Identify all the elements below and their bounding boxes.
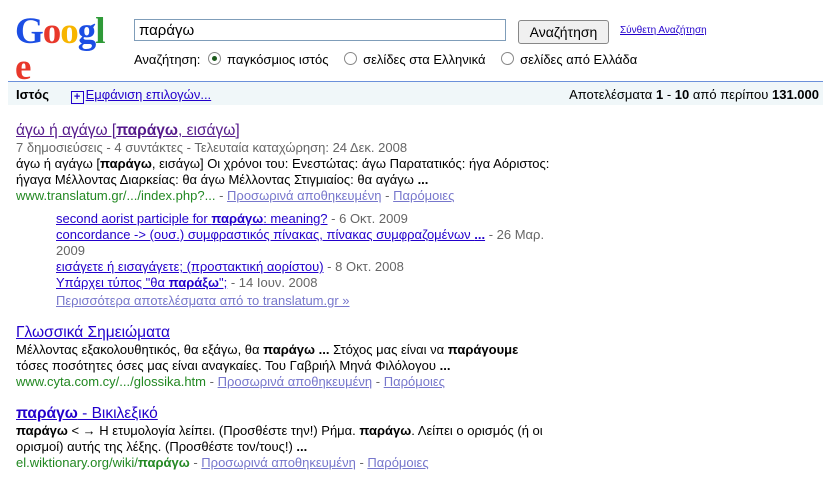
result-snippet: παράγω < → Η ετυμολογία λείπει. (Προσθέσ… xyxy=(16,423,543,438)
search-input[interactable] xyxy=(134,19,506,41)
search-result: άγω ή αγάγω [παράγω, εισάγω] 7 δημοσιεύσ… xyxy=(16,121,576,204)
result-url: el.wiktionary.org/wiki/παράγω xyxy=(16,455,190,470)
sub-result: εισάγετε ή εισαγάγετε; (προστακτική αορί… xyxy=(56,259,404,274)
scope-option-web[interactable]: παγκόσμιος ιστός xyxy=(204,52,328,67)
result-snippet: ήγαγα Μέλλοντας Διαρκείας: θα άγω Μέλλον… xyxy=(16,172,429,187)
result-meta: 7 δημοσιεύσεις - 4 συντάκτες - Τελευταία… xyxy=(16,140,408,155)
similar-link[interactable]: Παρόμοιες xyxy=(393,188,454,203)
search-button[interactable]: Αναζήτηση xyxy=(518,20,609,44)
sub-result-link[interactable]: concordance -> (ουσ.) συμφραστικός πίνακ… xyxy=(56,227,485,242)
sub-result: concordance -> (ουσ.) συμφραστικός πίνακ… xyxy=(56,227,545,258)
result-snippet: τόσες ποσότητες όσες μας είναι αναγκαίες… xyxy=(16,358,451,373)
scope-option-greek[interactable]: σελίδες στα Ελληνικά xyxy=(340,52,485,67)
cached-link[interactable]: Προσωρινά αποθηκευμένη xyxy=(201,455,356,470)
sub-result: second aorist participle for παράγω: mea… xyxy=(56,211,408,226)
result-title-link[interactable]: παράγω - Βικιλεξικό xyxy=(16,405,158,422)
result-snippet: ορισμοί) αυτής της λέξης. (Προσθέστε τον… xyxy=(16,439,308,454)
scope-option-greece[interactable]: σελίδες από Ελλάδα xyxy=(497,52,637,67)
radio-icon[interactable] xyxy=(501,52,515,65)
results-bar: Ιστός + Εμφάνιση επιλογών... Αποτελέσματα… xyxy=(8,81,823,105)
sub-result-link[interactable]: εισάγετε ή εισαγάγετε; (προστακτική αορί… xyxy=(56,259,324,274)
show-options-link[interactable]: Εμφάνιση επιλογών... xyxy=(86,87,212,102)
similar-link[interactable]: Παρόμοιες xyxy=(384,374,445,389)
search-scope: Αναζήτηση: παγκόσμιος ιστός σελίδες στα … xyxy=(134,52,645,67)
tab-web[interactable]: Ιστός xyxy=(16,87,49,102)
result-snippet: Μέλλοντας εξακολουθητικός, θα εξάγω, θα … xyxy=(16,342,519,357)
sub-result-link[interactable]: Υπάρχει τύπος "θα παράξω"; xyxy=(56,275,227,290)
result-stats: Αποτελέσματα 1 - 10 από περίπου 131.000 xyxy=(569,87,819,102)
result-title-link[interactable]: άγω ή αγάγω [παράγω, εισάγω] xyxy=(16,122,240,139)
result-url: www.translatum.gr/.../index.php?... xyxy=(16,188,216,203)
more-results-link[interactable]: Περισσότερα αποτελέσματα από το translat… xyxy=(56,293,350,308)
radio-icon[interactable] xyxy=(344,52,358,65)
result-url: www.cyta.com.cy/.../glossika.htm xyxy=(16,374,206,389)
cached-link[interactable]: Προσωρινά αποθηκευμένη xyxy=(218,374,373,389)
search-result: παράγω - Βικιλεξικό παράγω < → Η ετυμολο… xyxy=(16,404,576,471)
plus-icon[interactable]: + xyxy=(70,91,84,104)
google-logo[interactable]: Google xyxy=(15,13,115,86)
result-snippet: άγω ή αγάγω [παράγω, εισάγω] Οι χρόνοι τ… xyxy=(16,156,550,171)
scope-label: Αναζήτηση: xyxy=(134,52,201,67)
similar-link[interactable]: Παρόμοιες xyxy=(367,455,428,470)
radio-checked-icon[interactable] xyxy=(208,52,222,65)
sub-result: Υπάρχει τύπος "θα παράξω"; - 14 Ιουν. 20… xyxy=(56,275,318,290)
advanced-search-link[interactable]: Σύνθετη Αναζήτηση xyxy=(620,25,707,36)
sub-result-link[interactable]: second aorist participle for παράγω: mea… xyxy=(56,211,328,226)
search-result: Γλωσσικά Σημειώματα Μέλλοντας εξακολουθη… xyxy=(16,323,576,390)
result-title-link[interactable]: Γλωσσικά Σημειώματα xyxy=(16,324,170,341)
cached-link[interactable]: Προσωρινά αποθηκευμένη xyxy=(227,188,382,203)
sub-results: second aorist participle for παράγω: mea… xyxy=(56,211,556,309)
